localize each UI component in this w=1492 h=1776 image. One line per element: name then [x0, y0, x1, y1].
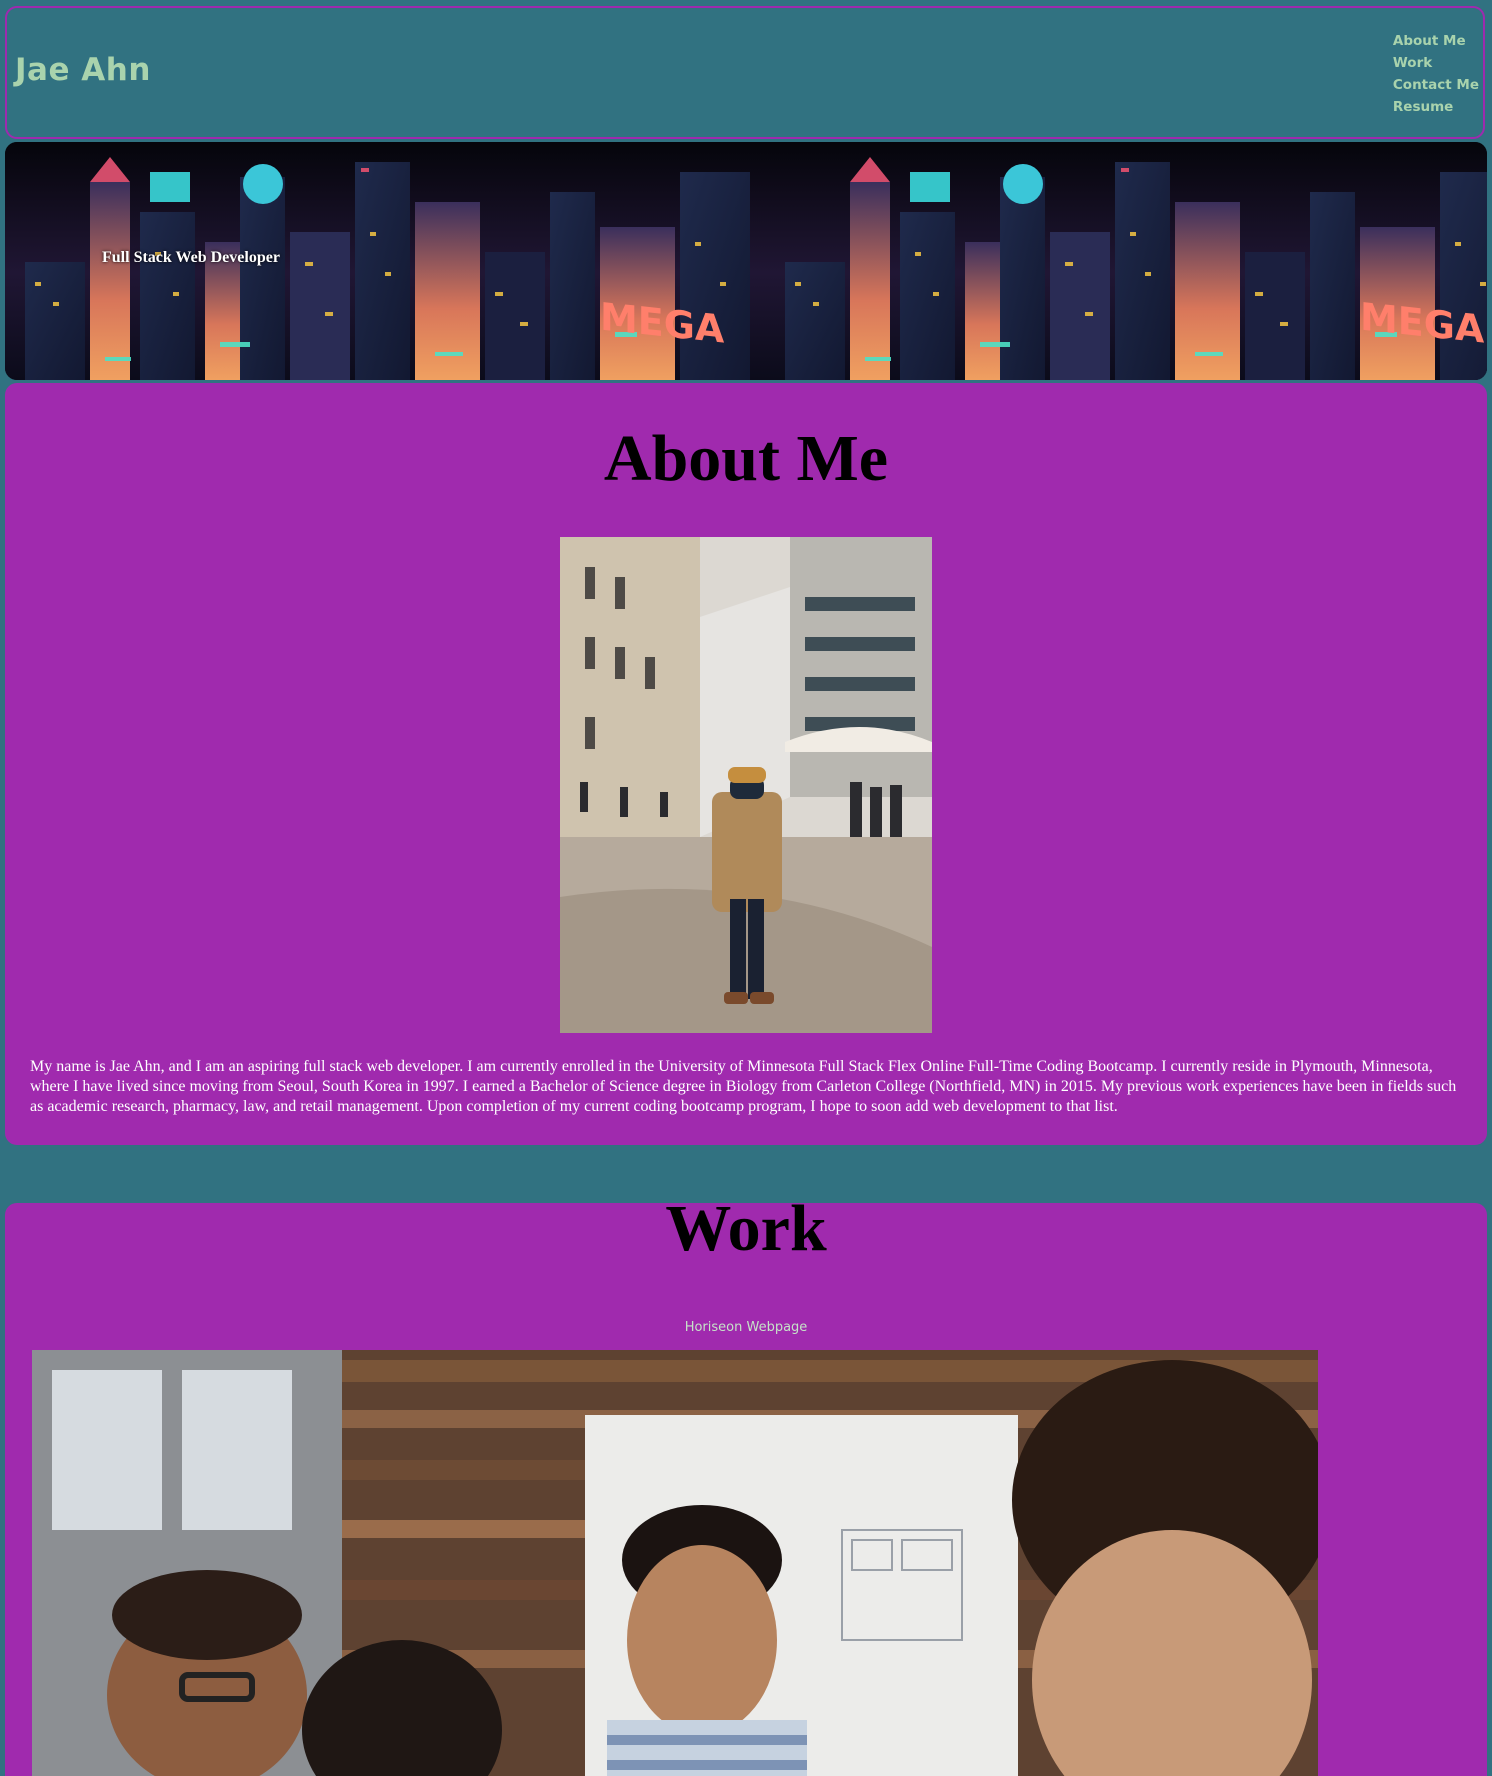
nav-link-about-me[interactable]: About Me [1393, 30, 1479, 52]
work-heading: Work [665, 1203, 827, 1265]
nav-link-contact-me[interactable]: Contact Me [1393, 74, 1479, 96]
work-section: Work Horiseon Webpage [5, 1203, 1487, 1776]
nav-link-resume[interactable]: Resume [1393, 96, 1479, 118]
about-bio: My name is Jae Ahn, and I am an aspiring… [30, 1058, 1457, 1115]
profile-photo [560, 537, 932, 1033]
hero-title: Full Stack Web Developer [102, 249, 280, 266]
site-brand: Jae Ahn [15, 52, 151, 88]
nav-link-work[interactable]: Work [1393, 52, 1479, 74]
hero-banner: MEGA Full Stack Web Developer [5, 142, 1487, 380]
site-header: Jae Ahn About Me Work Contact Me Resume [5, 6, 1485, 139]
project-thumbnail[interactable] [32, 1350, 1318, 1776]
about-heading: About Me [603, 422, 889, 495]
project-title[interactable]: Horiseon Webpage [5, 1320, 1487, 1335]
main-nav: About Me Work Contact Me Resume [1393, 30, 1479, 118]
about-section: About Me My name is Jae Ahn, and I am an… [5, 383, 1487, 1145]
